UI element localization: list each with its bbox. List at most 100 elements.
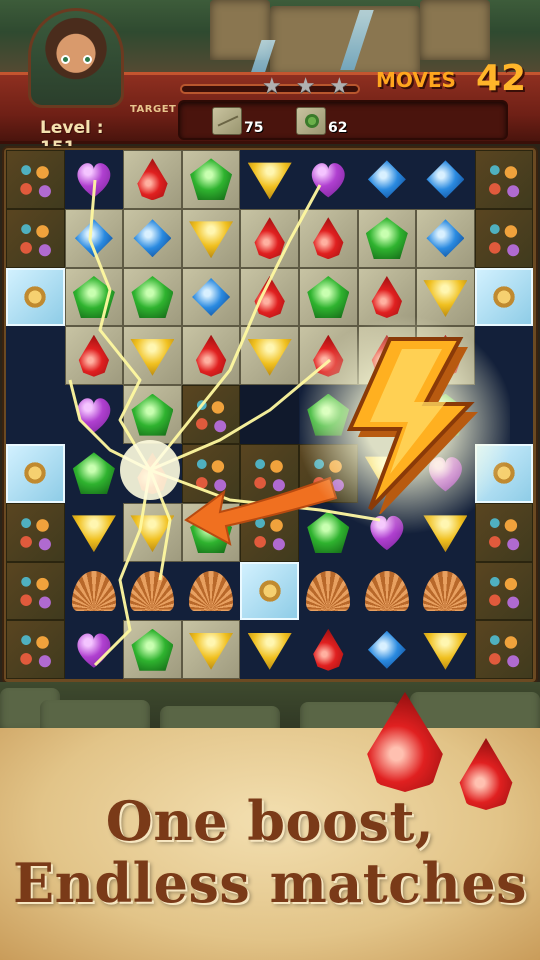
- board-cell[interactable]: [64, 267, 124, 327]
- board-cell[interactable]: [240, 385, 299, 444]
- board-cell[interactable]: [64, 620, 124, 680]
- board-cell[interactable]: [416, 620, 475, 680]
- red-drop-gem[interactable]: [78, 334, 110, 377]
- purple-heart-gem[interactable]: [308, 160, 348, 198]
- board-cell[interactable]: [123, 620, 182, 680]
- shell-blocker[interactable]: [130, 570, 175, 611]
- board-cell[interactable]: [181, 208, 241, 268]
- red-drop-gem[interactable]: [313, 217, 344, 260]
- yellow-triangle-gem[interactable]: [130, 515, 175, 553]
- board-cell[interactable]: [357, 150, 417, 209]
- green-pentagon-gem[interactable]: [190, 158, 233, 201]
- board-cell[interactable]: [64, 443, 124, 503]
- board-cell[interactable]: [181, 267, 241, 327]
- board-cell[interactable]: [64, 326, 124, 386]
- shell-blocker[interactable]: [423, 570, 468, 611]
- board-cell[interactable]: [123, 385, 182, 444]
- green-pentagon-gem[interactable]: [190, 511, 233, 554]
- green-pentagon-gem[interactable]: [72, 452, 115, 495]
- purple-heart-gem[interactable]: [74, 160, 114, 198]
- yellow-triangle-gem[interactable]: [71, 515, 116, 553]
- purple-heart-gem[interactable]: [74, 396, 114, 434]
- red-drop-gem[interactable]: [254, 275, 285, 318]
- board-cell[interactable]: [6, 208, 65, 268]
- green-pentagon-gem[interactable]: [131, 628, 174, 671]
- board-cell[interactable]: [6, 267, 65, 327]
- board-cell[interactable]: [6, 326, 65, 386]
- board-cell[interactable]: [240, 267, 299, 327]
- board-cell[interactable]: [64, 208, 124, 268]
- board-cell[interactable]: [181, 150, 241, 209]
- board-cell[interactable]: [181, 443, 241, 503]
- board-cell[interactable]: [357, 208, 417, 268]
- shell-blocker[interactable]: [306, 570, 351, 611]
- red-drop-gem[interactable]: [254, 217, 285, 260]
- blue-diamond-gem[interactable]: [426, 219, 465, 258]
- board-cell[interactable]: [6, 620, 65, 680]
- board-cell[interactable]: [181, 502, 241, 562]
- board-cell[interactable]: [6, 385, 65, 444]
- board-cell[interactable]: [181, 620, 241, 680]
- board-cell[interactable]: [474, 208, 534, 268]
- red-drop-gem[interactable]: [137, 158, 168, 201]
- board-cell[interactable]: [6, 561, 65, 621]
- board-cell[interactable]: [6, 150, 65, 209]
- board-cell[interactable]: [6, 443, 65, 503]
- green-pentagon-gem[interactable]: [131, 275, 174, 318]
- board-cell[interactable]: [64, 561, 124, 621]
- blue-diamond-gem[interactable]: [74, 219, 113, 258]
- board-cell[interactable]: [123, 502, 182, 562]
- blue-diamond-gem[interactable]: [367, 630, 406, 669]
- board-cell[interactable]: [240, 150, 299, 209]
- board-cell[interactable]: [474, 620, 534, 680]
- shell-blocker[interactable]: [364, 570, 409, 611]
- board-cell[interactable]: [240, 620, 299, 680]
- yellow-triangle-gem[interactable]: [189, 632, 234, 670]
- board-cell[interactable]: [474, 150, 534, 209]
- yellow-triangle-gem[interactable]: [130, 338, 175, 376]
- board-cell[interactable]: [123, 208, 182, 268]
- shell-blocker[interactable]: [189, 570, 234, 611]
- board-cell[interactable]: [240, 561, 299, 621]
- board-cell[interactable]: [240, 326, 299, 386]
- yellow-triangle-gem[interactable]: [189, 221, 234, 259]
- board-cell[interactable]: [123, 326, 182, 386]
- red-drop-gem[interactable]: [195, 334, 227, 377]
- board-cell[interactable]: [298, 561, 358, 621]
- yellow-triangle-gem[interactable]: [423, 632, 468, 670]
- board-cell[interactable]: [474, 561, 534, 621]
- blue-diamond-gem[interactable]: [367, 160, 406, 199]
- board-cell[interactable]: [181, 561, 241, 621]
- board-cell[interactable]: [181, 326, 241, 386]
- blue-diamond-gem[interactable]: [192, 277, 231, 316]
- blue-diamond-gem[interactable]: [426, 160, 465, 199]
- board-cell[interactable]: [416, 208, 475, 268]
- green-pentagon-gem[interactable]: [131, 393, 174, 436]
- board-cell[interactable]: [64, 385, 124, 444]
- board-cell[interactable]: [6, 502, 65, 562]
- red-drop-gem[interactable]: [137, 452, 168, 495]
- board-cell[interactable]: [298, 208, 358, 268]
- board-cell[interactable]: [416, 150, 475, 209]
- board-cell[interactable]: [240, 502, 299, 562]
- green-pentagon-gem[interactable]: [365, 217, 408, 260]
- blue-diamond-gem[interactable]: [133, 219, 172, 258]
- board-cell[interactable]: [240, 443, 299, 503]
- board-cell[interactable]: [181, 385, 241, 444]
- green-pentagon-gem[interactable]: [72, 275, 115, 318]
- board-cell[interactable]: [357, 620, 417, 680]
- board-cell[interactable]: [64, 150, 124, 209]
- lightning-boost-icon[interactable]: [330, 334, 480, 514]
- board-cell[interactable]: [357, 561, 417, 621]
- player-avatar[interactable]: [28, 8, 124, 108]
- yellow-triangle-gem[interactable]: [247, 338, 292, 376]
- board-cell[interactable]: [123, 561, 182, 621]
- shell-blocker[interactable]: [71, 570, 116, 611]
- yellow-triangle-gem[interactable]: [247, 162, 292, 200]
- yellow-triangle-gem[interactable]: [247, 632, 292, 670]
- red-drop-gem[interactable]: [313, 628, 344, 671]
- purple-heart-gem[interactable]: [74, 631, 114, 669]
- board-cell[interactable]: [123, 150, 182, 209]
- board-cell[interactable]: [298, 620, 358, 680]
- board-cell[interactable]: [123, 443, 182, 503]
